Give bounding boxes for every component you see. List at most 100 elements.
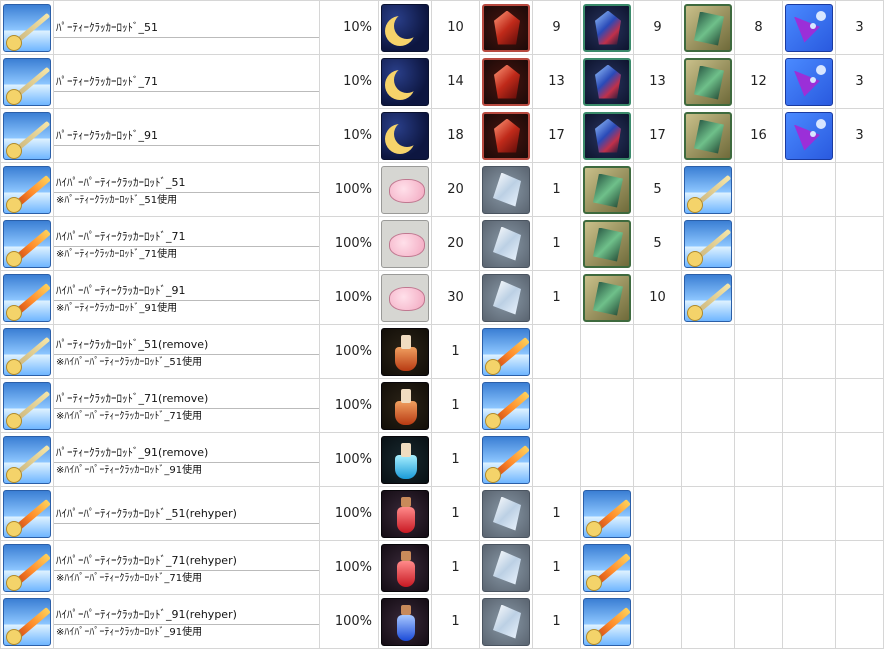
material-amount (835, 378, 884, 433)
material-amount: 3 (835, 108, 884, 163)
recipe-note: ※ﾊﾟｰﾃｨｰｸﾗｯｶｰﾛｯﾄﾞ_71使用 (56, 249, 178, 260)
party-cracker-rod-icon (3, 381, 51, 430)
material-amount (734, 162, 783, 217)
success-rate: 10% (319, 0, 379, 55)
recipe-note (54, 524, 319, 525)
material-amount: 9 (532, 0, 581, 55)
table-row: ﾊｲﾊﾟｰﾊﾟｰﾃｨｰｸﾗｯｶｰﾛｯﾄﾞ_51 ※ﾊﾟｰﾃｨｰｸﾗｯｶｰﾛｯﾄﾞ_… (0, 162, 884, 217)
material-amount: 12 (734, 54, 783, 109)
success-rate: 100% (319, 162, 379, 217)
ice-crystal-icon (482, 273, 530, 322)
party-cracker-rod-icon (3, 3, 51, 52)
material-amount (734, 486, 783, 541)
table-row: ﾊﾟｰﾃｨｰｸﾗｯｶｰﾛｯﾄﾞ_71(remove) ※ﾊｲﾊﾟｰﾊﾟｰﾃｨｰｸﾗ… (0, 378, 884, 433)
material-amount (734, 324, 783, 379)
success-rate: 100% (319, 324, 379, 379)
ice-crystal-icon (482, 165, 530, 214)
material-amount: 1 (431, 432, 480, 487)
blue-vial-icon (381, 597, 429, 646)
material-amount (532, 432, 581, 487)
recipe-name: ﾊｲﾊﾟｰﾊﾟｰﾃｨｰｸﾗｯｶｰﾛｯﾄﾞ_91 (54, 280, 319, 301)
material-amount (734, 594, 783, 649)
material-amount: 1 (431, 540, 480, 595)
red-crystal-icon (482, 3, 530, 52)
green-plate-icon (583, 273, 631, 322)
material-amount: 10 (633, 270, 682, 325)
material-amount: 3 (835, 54, 884, 109)
green-plate-icon (684, 111, 732, 160)
red-crystal-icon (482, 111, 530, 160)
recipe-note (54, 146, 319, 147)
recipe-note: ※ﾊﾟｰﾃｨｰｸﾗｯｶｰﾛｯﾄﾞ_51使用 (56, 195, 178, 206)
success-rate: 100% (319, 594, 379, 649)
table-row: ﾊﾟｰﾃｨｰｸﾗｯｶｰﾛｯﾄﾞ_51(remove) ※ﾊｲﾊﾟｰﾊﾟｰﾃｨｰｸﾗ… (0, 324, 884, 379)
recipe-note: ※ﾊｲﾊﾟｰﾊﾟｰﾃｨｰｸﾗｯｶｰﾛｯﾄﾞ_91使用 (56, 627, 203, 638)
recipe-name: ﾊﾟｰﾃｨｰｸﾗｯｶｰﾛｯﾄﾞ_71 (54, 71, 319, 92)
recipe-name: ﾊｲﾊﾟｰﾊﾟｰﾃｨｰｸﾗｯｶｰﾛｯﾄﾞ_51(rehyper) (54, 503, 319, 524)
material-amount (734, 270, 783, 325)
recipe-name: ﾊﾟｰﾃｨｰｸﾗｯｶｰﾛｯﾄﾞ_71(remove) (54, 388, 319, 409)
blue-crystal-icon (583, 57, 631, 106)
material-amount (633, 378, 682, 433)
material-amount: 1 (431, 378, 480, 433)
green-plate-icon (684, 3, 732, 52)
success-rate: 10% (319, 54, 379, 109)
green-plate-icon (684, 57, 732, 106)
material-amount (835, 540, 884, 595)
hyper-party-cracker-rod-icon (482, 435, 530, 484)
material-amount: 10 (431, 0, 480, 55)
party-cracker-rod-icon (684, 165, 732, 214)
hyper-party-cracker-rod-icon (3, 543, 51, 592)
success-rate: 100% (319, 270, 379, 325)
hyper-party-cracker-rod-icon (3, 273, 51, 322)
ice-crystal-icon (482, 543, 530, 592)
material-amount: 20 (431, 216, 480, 271)
pink-meat-icon (381, 165, 429, 214)
material-amount: 5 (633, 216, 682, 271)
hyper-party-cracker-rod-icon (482, 381, 530, 430)
recipe-name: ﾊﾟｰﾃｨｰｸﾗｯｶｰﾛｯﾄﾞ_91(remove) (54, 442, 319, 463)
recipe-note (54, 38, 319, 39)
material-amount: 14 (431, 54, 480, 109)
material-amount (734, 432, 783, 487)
material-amount (633, 486, 682, 541)
material-amount (835, 270, 884, 325)
material-amount: 30 (431, 270, 480, 325)
success-rate: 100% (319, 432, 379, 487)
material-amount: 1 (431, 486, 480, 541)
material-amount: 18 (431, 108, 480, 163)
blue-crystal-icon (583, 3, 631, 52)
material-amount (532, 324, 581, 379)
hyper-party-cracker-rod-icon (3, 597, 51, 646)
material-amount (734, 378, 783, 433)
pink-meat-icon (381, 219, 429, 268)
material-amount: 16 (734, 108, 783, 163)
material-amount: 1 (431, 324, 480, 379)
green-plate-icon (583, 219, 631, 268)
orange-flask-icon (381, 327, 429, 376)
material-amount: 8 (734, 0, 783, 55)
success-rate: 100% (319, 486, 379, 541)
recipe-note: ※ﾊｲﾊﾟｰﾊﾟｰﾃｨｰｸﾗｯｶｰﾛｯﾄﾞ_71使用 (56, 411, 203, 422)
material-amount (835, 162, 884, 217)
orange-flask-icon (381, 381, 429, 430)
material-amount: 1 (532, 162, 581, 217)
hyper-party-cracker-rod-icon (583, 543, 631, 592)
success-rate: 10% (319, 108, 379, 163)
green-plate-icon (583, 165, 631, 214)
recipe-table: ﾊﾟｰﾃｨｰｸﾗｯｶｰﾛｯﾄﾞ_51 10% 10 9 9 8 3 ﾊﾟｰﾃｨｰ… (0, 0, 884, 649)
material-amount (633, 540, 682, 595)
crescent-moon-icon (381, 3, 429, 52)
material-amount: 1 (532, 594, 581, 649)
material-amount: 3 (835, 0, 884, 55)
success-rate: 100% (319, 216, 379, 271)
party-cracker-rod-icon (3, 111, 51, 160)
ice-crystal-icon (482, 597, 530, 646)
result-icon-cell (0, 0, 54, 55)
material-amount: 1 (431, 594, 480, 649)
table-row: ﾊｲﾊﾟｰﾊﾟｰﾃｨｰｸﾗｯｶｰﾛｯﾄﾞ_71 ※ﾊﾟｰﾃｨｰｸﾗｯｶｰﾛｯﾄﾞ_… (0, 216, 884, 271)
material-amount (734, 216, 783, 271)
table-row: ﾊﾟｰﾃｨｰｸﾗｯｶｰﾛｯﾄﾞ_91 10% 18 17 17 16 3 (0, 108, 884, 163)
party-cracker-rod-icon (3, 327, 51, 376)
material-amount (835, 594, 884, 649)
